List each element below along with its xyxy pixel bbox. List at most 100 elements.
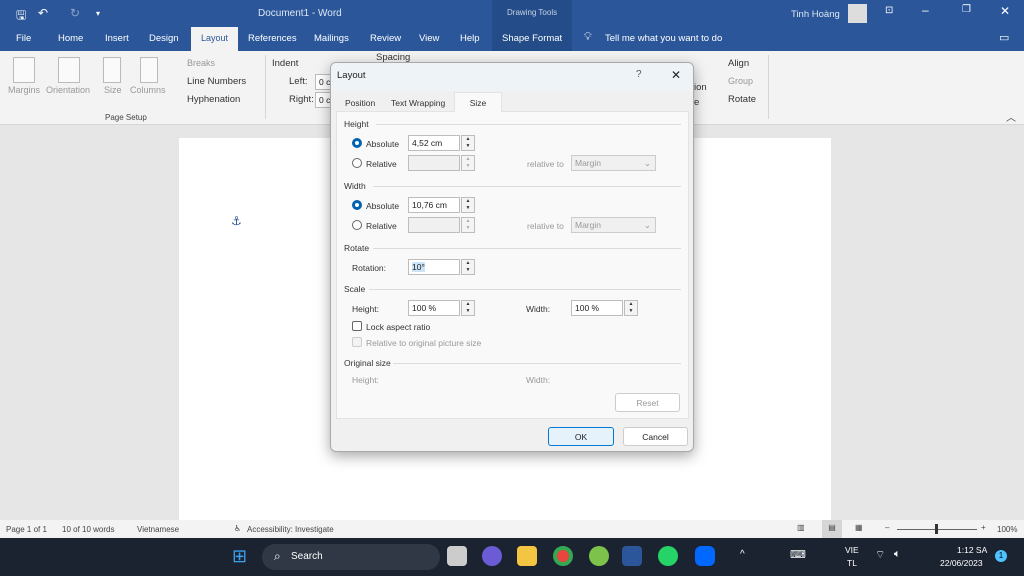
accessibility-status[interactable]: Accessibility: Investigate	[247, 525, 334, 534]
chrome-icon[interactable]	[553, 546, 573, 566]
height-absolute-radio[interactable]	[352, 138, 362, 148]
customize-qat-icon[interactable]: ▾	[96, 9, 100, 18]
zalo-icon[interactable]	[695, 546, 715, 566]
align-button[interactable]: Align	[728, 58, 749, 69]
hyphenation-button[interactable]: Hyphenation	[187, 94, 240, 105]
dialog-title-bar[interactable]: Layout ? ✕	[331, 63, 693, 91]
tab-references[interactable]: References	[248, 33, 297, 44]
avatar[interactable]	[848, 4, 867, 23]
wrap-text-button[interactable]: e	[694, 97, 699, 108]
scale-height-input[interactable]: 100 %	[408, 300, 460, 316]
file-explorer-icon[interactable]	[517, 546, 537, 566]
reset-button[interactable]: Reset	[615, 393, 680, 412]
ok-button[interactable]: OK	[548, 427, 614, 446]
comments-icon[interactable]: ▭	[999, 31, 1009, 44]
web-layout-icon[interactable]: ▦	[855, 523, 863, 532]
coccoc-icon[interactable]	[589, 546, 609, 566]
lock-aspect-checkbox[interactable]	[352, 321, 362, 331]
columns-button[interactable]: Columns	[130, 85, 166, 95]
tab-text-wrapping[interactable]: Text Wrapping	[383, 93, 453, 111]
line-numbers-button[interactable]: Line Numbers	[187, 76, 246, 87]
indent-right-label: Right:	[289, 94, 314, 105]
collapse-ribbon-icon[interactable]: ︿	[1006, 109, 1016, 124]
zoom-in-button[interactable]: +	[981, 523, 986, 532]
ribbon-display-icon[interactable]: ⊡	[885, 5, 893, 16]
tab-shape-format[interactable]: Shape Format	[502, 33, 562, 44]
undo-icon[interactable]: ↶	[38, 6, 48, 20]
width-absolute-radio[interactable]	[352, 200, 362, 210]
tell-me-search[interactable]: Tell me what you want to do	[605, 33, 722, 44]
breaks-button[interactable]: Breaks	[187, 58, 215, 68]
dialog-close-icon[interactable]: ✕	[671, 68, 681, 82]
margins-button[interactable]: Margins	[8, 85, 40, 95]
zoom-level[interactable]: 100%	[997, 525, 1017, 534]
tab-home[interactable]: Home	[58, 33, 83, 44]
page-count[interactable]: Page 1 of 1	[6, 525, 47, 534]
width-absolute-label: Absolute	[366, 201, 400, 211]
layout-dialog: Layout ? ✕ Position Text Wrapping Size H…	[330, 62, 694, 452]
height-relative-spinner: ▲ ▼	[461, 155, 475, 171]
orientation-button[interactable]: Orientation	[46, 85, 90, 95]
clock-time[interactable]: 1:12 SA	[957, 545, 987, 555]
taskbar-search[interactable]: ⌕ Search	[262, 544, 440, 570]
task-view-icon[interactable]	[447, 546, 467, 566]
zoom-out-button[interactable]: –	[885, 523, 889, 532]
height-absolute-input[interactable]: 4,52 cm	[408, 135, 460, 151]
size-button[interactable]: Size	[104, 85, 122, 95]
help-button[interactable]: ?	[636, 69, 642, 80]
restore-icon[interactable]: ❐	[962, 4, 971, 15]
indent-left-label: Left:	[289, 76, 308, 87]
height-relative-radio[interactable]	[352, 158, 362, 168]
save-icon[interactable]: 🖫	[16, 6, 26, 27]
redo-icon[interactable]: ↻	[70, 6, 80, 20]
keyboard-icon[interactable]: ⌨	[790, 548, 806, 561]
width-absolute-spinner[interactable]: ▲ ▼	[461, 197, 475, 213]
language[interactable]: Vietnamese	[137, 525, 179, 534]
scale-height-spinner[interactable]: ▲ ▼	[461, 300, 475, 316]
zoom-slider-thumb[interactable]	[935, 524, 938, 534]
windows-start-icon[interactable]: ⊞	[232, 546, 247, 567]
wifi-icon[interactable]: ⌔	[875, 548, 885, 562]
minimize-icon[interactable]: –	[922, 3, 929, 17]
rotation-input[interactable]: 10°	[408, 259, 460, 275]
tab-layout[interactable]: Layout	[191, 27, 238, 51]
tab-insert[interactable]: Insert	[105, 33, 129, 44]
teams-chat-icon[interactable]	[482, 546, 502, 566]
height-absolute-spinner[interactable]: ▲ ▼	[461, 135, 475, 151]
tab-mailings[interactable]: Mailings	[314, 33, 349, 44]
group-button[interactable]: Group	[728, 76, 753, 86]
tab-position[interactable]: Position	[337, 93, 383, 111]
show-hidden-icons[interactable]: ^	[740, 549, 745, 560]
tab-design[interactable]: Design	[149, 33, 179, 44]
print-layout-icon[interactable]: ▤	[822, 520, 842, 538]
input-method[interactable]: TL	[847, 558, 857, 568]
notification-badge[interactable]: 1	[995, 550, 1007, 562]
tab-file[interactable]: File	[16, 33, 31, 44]
width-relative-to-select: Margin ⌄	[571, 217, 656, 233]
word-taskbar-icon[interactable]	[622, 546, 642, 566]
close-icon[interactable]: ✕	[1000, 4, 1010, 18]
rotate-section: Rotate	[344, 243, 370, 253]
rotate-button[interactable]: Rotate	[728, 94, 756, 105]
width-absolute-input[interactable]: 10,76 cm	[408, 197, 460, 213]
position-button[interactable]: ion	[694, 82, 707, 93]
user-name[interactable]: Tinh Hoàng	[791, 9, 840, 20]
volume-icon[interactable]: 🔈︎	[894, 548, 901, 561]
tab-size[interactable]: Size	[454, 92, 502, 112]
dialog-title: Layout	[337, 70, 366, 81]
clock-date[interactable]: 22/06/2023	[940, 558, 983, 568]
width-relative-radio[interactable]	[352, 220, 362, 230]
cancel-button[interactable]: Cancel	[623, 427, 688, 446]
whatsapp-icon[interactable]	[658, 546, 678, 566]
input-language[interactable]: VIE	[845, 545, 859, 555]
tab-review[interactable]: Review	[370, 33, 401, 44]
read-mode-icon[interactable]: ▥	[797, 523, 805, 532]
tab-view[interactable]: View	[419, 33, 439, 44]
rotation-spinner[interactable]: ▲ ▼	[461, 259, 475, 275]
scale-width-input[interactable]: 100 %	[571, 300, 623, 316]
tab-help[interactable]: Help	[460, 33, 480, 44]
scale-width-spinner[interactable]: ▲ ▼	[624, 300, 638, 316]
divider	[265, 55, 266, 119]
word-count[interactable]: 10 of 10 words	[62, 525, 114, 534]
lock-aspect-label: Lock aspect ratio	[366, 322, 431, 332]
